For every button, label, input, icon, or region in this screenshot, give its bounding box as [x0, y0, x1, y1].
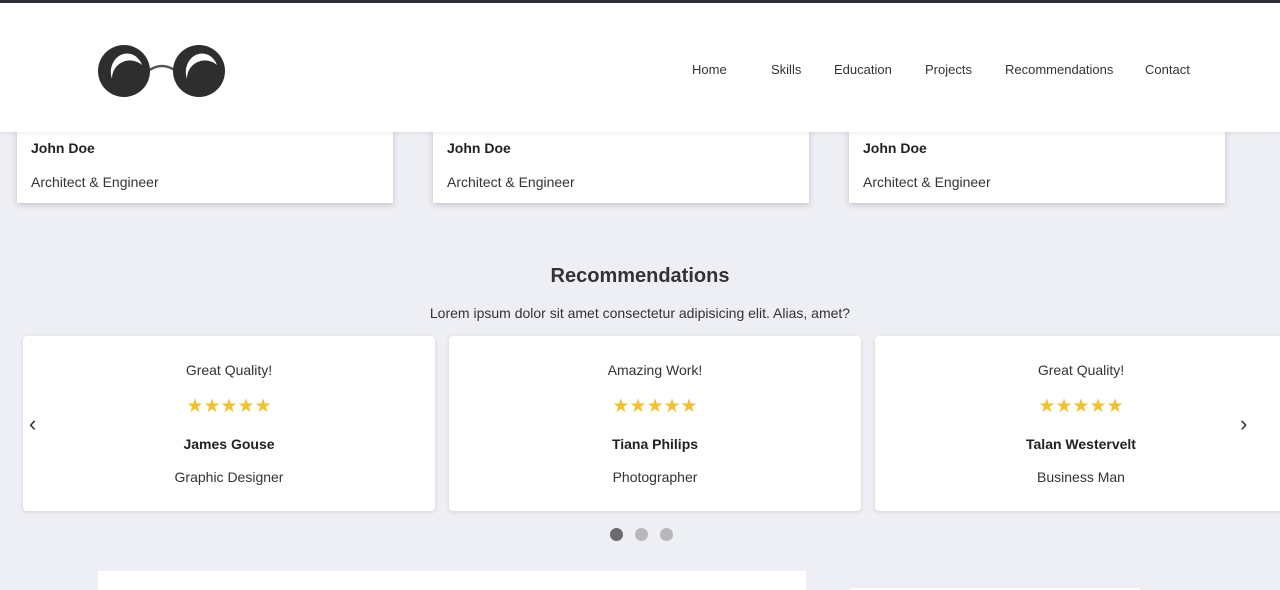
nav-home[interactable]: Home [692, 62, 727, 77]
carousel-dots [0, 528, 1280, 542]
carousel-prev-icon[interactable]: ‹ [29, 411, 36, 437]
star-rating-icon: ★★★★★ [186, 396, 272, 417]
project-role: Architect & Engineer [863, 174, 991, 190]
recommender-role: Photographer [612, 469, 698, 485]
nav-recommendations[interactable]: Recommendations [1005, 62, 1113, 77]
recommendation-card: Great Quality! ★★★★★ Talan Westervelt Bu… [875, 336, 1280, 511]
recommendations-subtitle: Lorem ipsum dolor sit amet consectetur a… [429, 305, 851, 321]
recommendation-card: Great Quality! ★★★★★ James Gouse Graphic… [23, 336, 435, 511]
recommender-name: Talan Westervelt [1026, 436, 1136, 452]
recommendation-quote: Great Quality! [185, 362, 273, 378]
contact-form-panel [98, 571, 806, 590]
project-role: Architect & Engineer [31, 174, 159, 190]
nav-skills[interactable]: Skills [771, 62, 801, 77]
recommendations-title: Recommendations [550, 265, 730, 287]
main-nav: Home Skills Education Projects Recommend… [0, 62, 1280, 82]
recommender-name: Tiana Philips [611, 436, 699, 452]
carousel-dot-3[interactable] [660, 528, 673, 541]
star-rating-icon: ★★★★★ [1038, 396, 1124, 417]
recommender-role: Graphic Designer [174, 469, 284, 485]
recommender-role: Business Man [1037, 469, 1125, 485]
recommendation-quote: Amazing Work! [607, 362, 703, 378]
project-name: John Doe [447, 140, 511, 156]
recommendation-quote: Great Quality! [1037, 362, 1125, 378]
nav-contact[interactable]: Contact [1145, 62, 1190, 77]
recommendation-card: Amazing Work! ★★★★★ Tiana Philips Photog… [449, 336, 861, 511]
carousel-dot-1[interactable] [610, 528, 623, 541]
nav-projects[interactable]: Projects [925, 62, 972, 77]
project-name: John Doe [31, 140, 95, 156]
carousel-dot-2[interactable] [635, 528, 648, 541]
project-name: John Doe [863, 140, 927, 156]
nav-education[interactable]: Education [834, 62, 892, 77]
project-role: Architect & Engineer [447, 174, 575, 190]
carousel-next-icon[interactable]: › [1240, 411, 1247, 437]
star-rating-icon: ★★★★★ [612, 396, 698, 417]
site-header: Home Skills Education Projects Recommend… [0, 3, 1280, 132]
recommender-name: James Gouse [183, 436, 275, 452]
